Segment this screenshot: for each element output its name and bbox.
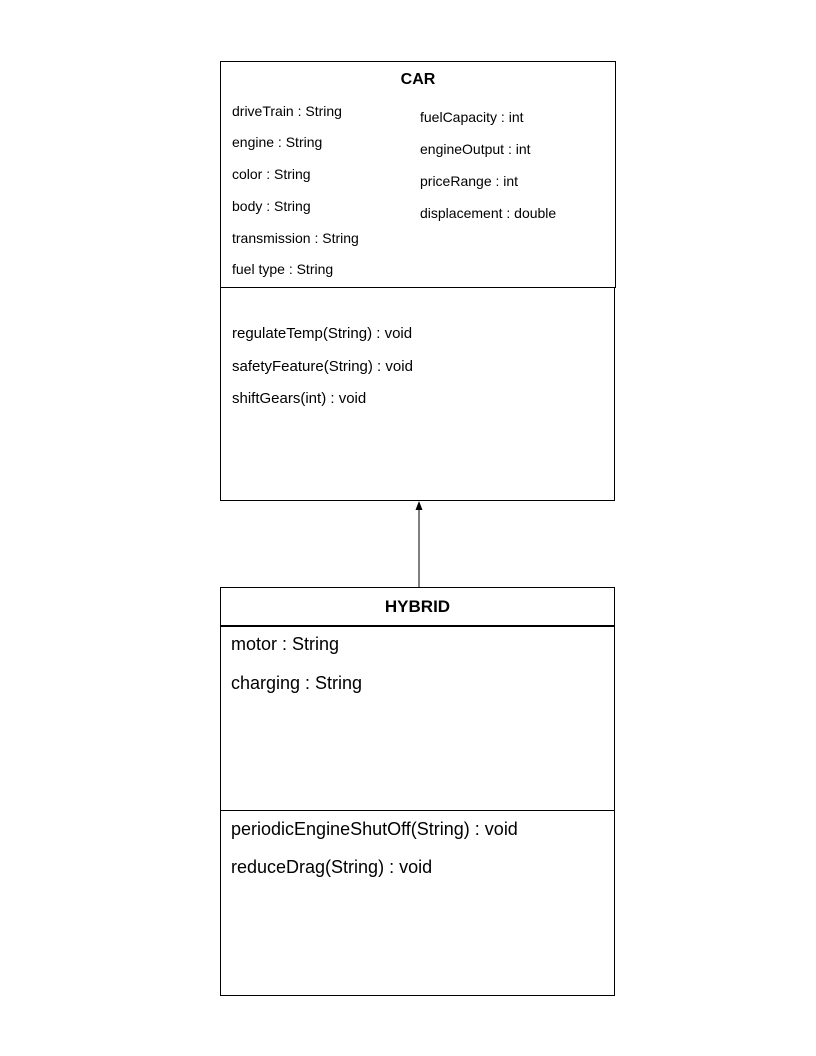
car-attribute: priceRange : int [420,173,519,189]
car-attribute: transmission : String [232,230,359,246]
hybrid-operation: periodicEngineShutOff(String) : void [231,819,518,839]
inheritance-arrowhead [415,501,423,510]
car-attribute: driveTrain : String [232,103,342,119]
hybrid-class-header: HYBRID [220,587,615,626]
car-class-name: CAR [400,71,436,88]
car-attribute: displacement : double [420,205,557,221]
hybrid-attributes-compartment: motor : String charging : String [220,625,615,811]
car-operation: regulateTemp(String) : void [232,325,413,342]
hybrid-attribute: charging : String [231,673,363,693]
car-operation: safetyFeature(String) : void [232,358,413,375]
car-attributes-compartment: driveTrain : String engine : String colo… [220,96,616,288]
car-operation: shiftGears(int) : void [232,390,367,407]
car-attribute: body : String [232,198,311,214]
car-attribute: engine : String [232,134,323,150]
car-attribute: fuel type : String [232,261,334,277]
car-attribute: color : String [232,166,311,182]
hybrid-class-name: HYBRID [384,597,451,616]
car-attribute: fuelCapacity : int [420,109,524,125]
hybrid-attribute: motor : String [231,634,340,654]
car-class-header: CAR [220,61,616,97]
car-operations-compartment: regulateTemp(String) : void safetyFeatur… [220,287,615,501]
hybrid-operation: reduceDrag(String) : void [231,857,433,877]
hybrid-operations-compartment: periodicEngineShutOff(String) : void red… [220,810,615,996]
car-attribute: engineOutput : int [420,141,531,157]
